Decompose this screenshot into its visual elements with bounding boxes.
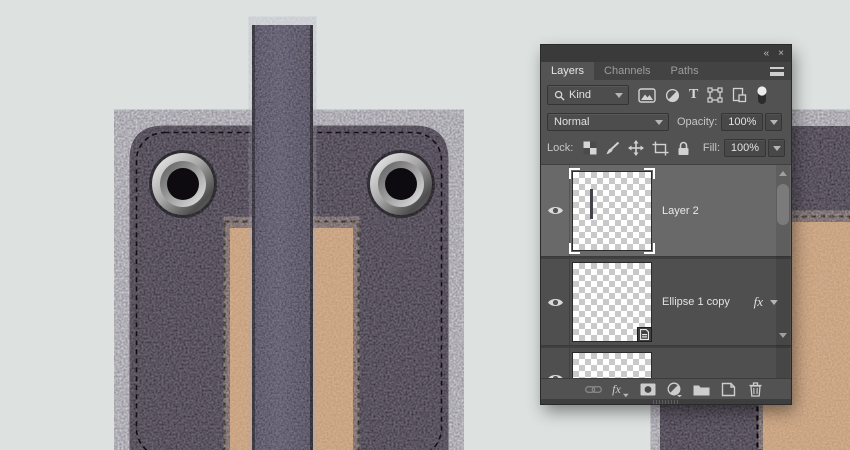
eye-icon [547, 297, 564, 308]
layer-thumbnail[interactable] [572, 171, 652, 251]
layer-row-layer-2[interactable]: Layer 2 [541, 165, 791, 256]
layer-mask-icon[interactable] [639, 381, 656, 398]
blend-mode-dropdown[interactable]: Normal [547, 113, 669, 131]
layer-style-icon[interactable]: fx [612, 381, 629, 398]
adjustment-layer-icon[interactable] [666, 381, 683, 398]
panel-controls: Kind [541, 80, 791, 165]
layer-name[interactable]: Ellipse 1 copy [662, 296, 730, 308]
layer-thumbnail[interactable] [572, 352, 652, 378]
smart-object-badge-icon [637, 327, 652, 342]
layer-name[interactable]: Layer 2 [662, 205, 699, 217]
scrollbar-thumb[interactable] [777, 184, 789, 225]
search-icon [554, 90, 565, 101]
scroll-up-icon[interactable] [779, 171, 787, 176]
lock-paint-icon[interactable] [605, 141, 620, 156]
filter-row: Kind [547, 85, 785, 105]
chevron-down-icon [615, 93, 622, 98]
scroll-down-icon[interactable] [779, 333, 787, 338]
layers-panel: « × Layers Channels Paths Kind [541, 45, 791, 404]
chevron-down-icon [655, 120, 662, 125]
blend-row: Normal Opacity: 100% [547, 113, 785, 131]
kind-label: Kind [569, 89, 591, 101]
visibility-toggle[interactable] [541, 259, 570, 345]
kind-filter-dropdown[interactable]: Kind [547, 85, 629, 105]
panel-menu-icon[interactable] [770, 67, 784, 76]
close-panel-icon[interactable]: × [778, 49, 784, 59]
fill-input[interactable]: 100% [724, 139, 766, 157]
scrollbar[interactable] [776, 165, 790, 378]
lock-artboard-icon[interactable] [652, 141, 669, 156]
strap [252, 25, 313, 450]
type-filter-icon[interactable]: T [689, 87, 698, 103]
tab-channels[interactable]: Channels [594, 62, 660, 80]
opacity-dropdown-button[interactable] [765, 113, 782, 131]
delete-layer-icon[interactable] [747, 381, 764, 398]
pixel-filter-icon[interactable] [638, 88, 656, 103]
layer-list: Layer 2 [541, 165, 791, 378]
layer-effects: fx [754, 259, 777, 345]
tab-paths[interactable]: Paths [661, 62, 709, 80]
tab-layers[interactable]: Layers [541, 62, 594, 80]
chevron-down-icon [773, 146, 780, 151]
shape-filter-icon[interactable] [707, 87, 723, 103]
layer-row-partial[interactable] [541, 348, 791, 378]
chevron-down-icon [770, 120, 777, 125]
filter-toggle-icon[interactable] [756, 86, 768, 105]
opacity-label: Opacity: [677, 116, 717, 128]
lock-label: Lock: [547, 142, 573, 154]
lock-transparency-icon[interactable] [583, 141, 597, 155]
link-layers-icon[interactable] [585, 381, 602, 398]
new-group-icon[interactable] [693, 381, 710, 398]
fill-label: Fill: [703, 142, 720, 154]
selection-bracket [569, 168, 580, 179]
layer-thumbnail[interactable] [572, 262, 652, 342]
selection-bracket [644, 168, 655, 179]
lock-all-icon[interactable] [677, 141, 690, 156]
lock-position-icon[interactable] [628, 140, 644, 156]
lock-row: Lock: [547, 139, 785, 157]
visibility-toggle[interactable] [541, 348, 570, 378]
new-layer-icon[interactable] [720, 381, 737, 398]
fx-badge[interactable]: fx [754, 294, 763, 310]
eye-icon [547, 373, 564, 379]
panel-resize-strip[interactable] [541, 399, 791, 404]
smart-object-filter-icon[interactable] [732, 87, 747, 103]
selection-bracket [569, 243, 580, 254]
selection-bracket [644, 243, 655, 254]
visibility-toggle[interactable] [541, 165, 570, 256]
opacity-input[interactable]: 100% [721, 113, 763, 131]
panel-footer: fx [541, 378, 791, 399]
adjustment-filter-icon[interactable] [665, 88, 680, 103]
panel-tabs: Layers Channels Paths [541, 62, 791, 80]
photoshop-workspace: « × Layers Channels Paths Kind [0, 0, 850, 450]
fill-dropdown-button[interactable] [768, 139, 785, 157]
eye-icon [547, 205, 564, 216]
resize-grip-icon[interactable] [653, 400, 679, 404]
blend-mode-value: Normal [554, 116, 589, 128]
grommet-left [149, 150, 217, 218]
filter-type-buttons: T [638, 86, 768, 105]
collapse-panel-icon[interactable]: « [764, 49, 770, 59]
grommet-right [367, 150, 435, 218]
layer-row-ellipse-1-copy[interactable]: Ellipse 1 copy fx [541, 259, 791, 345]
panel-titlebar: « × [541, 45, 791, 62]
thumbnail-content [590, 189, 593, 219]
lock-buttons [583, 140, 690, 156]
